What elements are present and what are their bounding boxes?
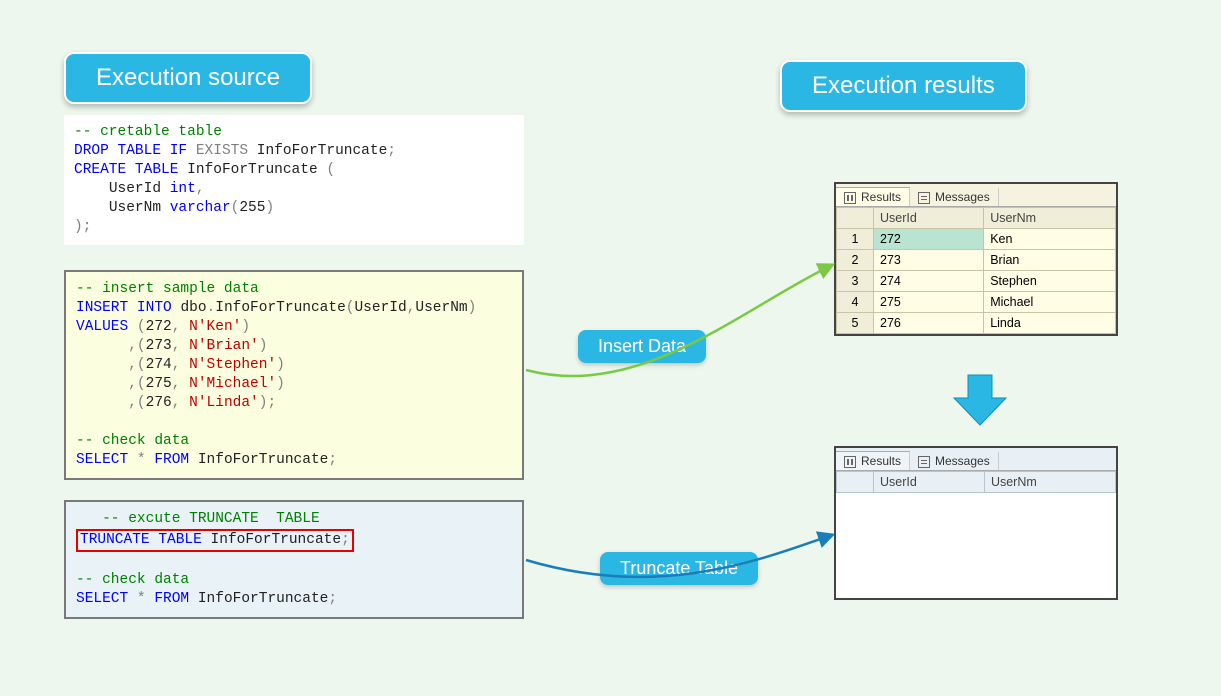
- label-insert-data: Insert Data: [578, 330, 706, 363]
- code-insert-data: -- insert sample data INSERT INTO dbo.In…: [64, 270, 524, 480]
- messages-icon: [918, 456, 930, 468]
- col-usernm: UserNm: [984, 208, 1116, 229]
- messages-icon: [918, 192, 930, 204]
- table-row: 1272Ken: [837, 229, 1116, 250]
- tab-results[interactable]: Results: [836, 187, 910, 206]
- title-execution-source: Execution source: [64, 52, 312, 104]
- col-userid: UserId: [874, 208, 984, 229]
- table-row: 5276Linda: [837, 313, 1116, 334]
- results-table: UserIdUserNm 1272Ken 2273Brian 3274Steph…: [836, 207, 1116, 334]
- table-row: 3274Stephen: [837, 271, 1116, 292]
- highlight-truncate-statement: TRUNCATE TABLE InfoForTruncate;: [76, 529, 354, 552]
- code-truncate-table: -- excute TRUNCATE TABLE TRUNCATE TABLE …: [64, 500, 524, 619]
- code-create-table: -- cretable table DROP TABLE IF EXISTS I…: [64, 115, 524, 245]
- label-truncate-table: Truncate Table: [600, 552, 758, 585]
- col-userid: UserId: [874, 472, 985, 493]
- down-arrow-icon: [950, 370, 1010, 430]
- grid-icon: [844, 456, 856, 468]
- tab-messages[interactable]: Messages: [910, 452, 999, 470]
- table-row: 2273Brian: [837, 250, 1116, 271]
- results-grid-empty: Results Messages UserIdUserNm: [834, 446, 1118, 600]
- results-table-empty: UserIdUserNm: [836, 471, 1116, 493]
- tab-results[interactable]: Results: [836, 451, 910, 470]
- col-usernm: UserNm: [984, 472, 1115, 493]
- table-row: 4275Michael: [837, 292, 1116, 313]
- results-grid-populated: Results Messages UserIdUserNm 1272Ken 22…: [834, 182, 1118, 336]
- tab-messages[interactable]: Messages: [910, 188, 999, 206]
- grid-icon: [844, 192, 856, 204]
- title-execution-results: Execution results: [780, 60, 1027, 112]
